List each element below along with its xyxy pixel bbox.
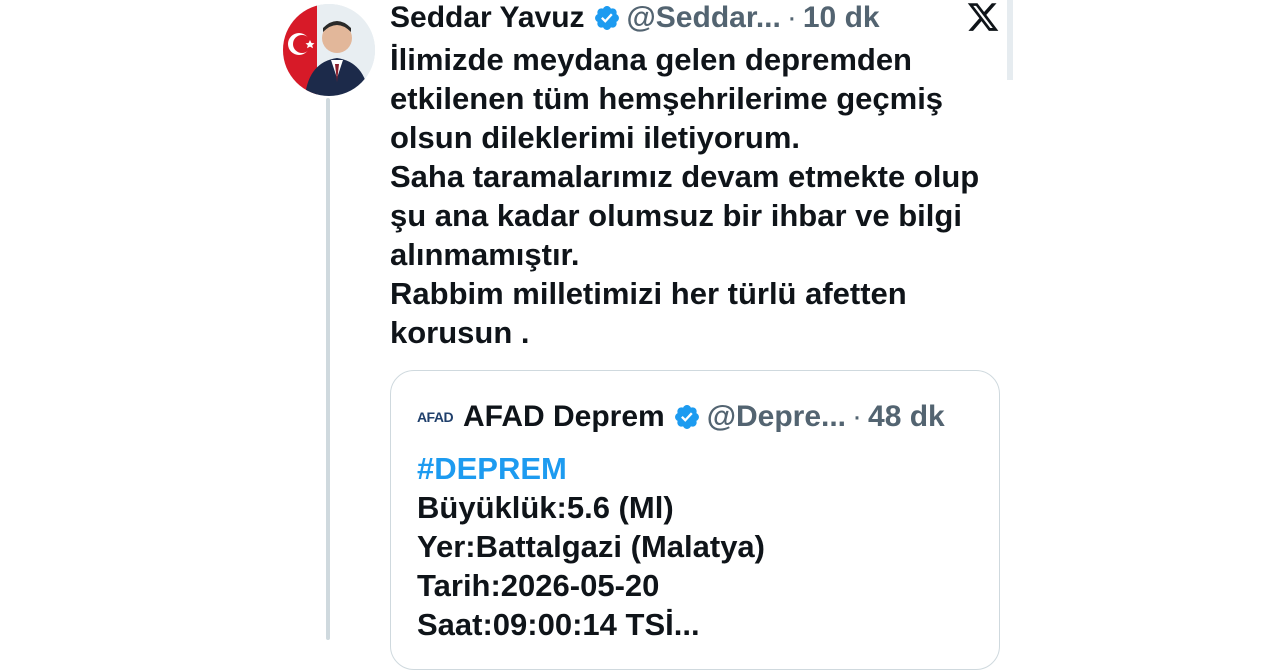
quoted-author-name[interactable]: AFAD Deprem xyxy=(463,397,665,437)
verified-badge-icon xyxy=(593,4,621,32)
quoted-line: Saat:09:00:14 TSİ... xyxy=(417,607,700,642)
avatar-image xyxy=(283,4,375,96)
header-separator: · xyxy=(786,1,797,34)
tweet-line: olsun dileklerimi iletiyorum. xyxy=(390,120,800,155)
quoted-tweet-card[interactable]: AFAD AFAD Deprem @Depre... · 48 dk #DEPR… xyxy=(390,370,1000,670)
quoted-tweet-time[interactable]: 48 dk xyxy=(868,397,945,437)
tweet-line: Saha taramalarımız devam etmekte olup xyxy=(390,159,980,194)
tweet-line: İlimizde meydana gelen depremden xyxy=(390,42,912,77)
tweet-text: İlimizde meydana gelen depremden etkilen… xyxy=(390,40,1000,352)
tweet-line: şu ana kadar olumsuz bir ihbar ve bilgi xyxy=(390,198,962,233)
tweet-line: korusun . xyxy=(390,315,530,350)
verified-badge-icon xyxy=(673,403,701,431)
tweet-line: Rabbim milletimizi her türlü afetten xyxy=(390,276,907,311)
author-name[interactable]: Seddar Yavuz xyxy=(390,0,585,38)
quoted-line: Tarih:2026-05-20 xyxy=(417,568,660,603)
tweet-line: etkilenen tüm hemşehrilerime geçmiş xyxy=(390,81,944,116)
thread-line xyxy=(326,98,330,640)
author-handle[interactable]: @Seddar... xyxy=(627,0,781,38)
hashtag-link[interactable]: #DEPREM xyxy=(417,449,977,488)
timeline-border xyxy=(1007,0,1013,80)
afad-logo-text: AFAD xyxy=(416,409,454,425)
quoted-tweet-header: AFAD AFAD Deprem @Depre... · 48 dk xyxy=(415,397,985,437)
quoted-author-handle[interactable]: @Depre... xyxy=(707,397,846,437)
avatar[interactable] xyxy=(283,4,375,96)
header-separator: · xyxy=(852,400,863,433)
x-logo-icon[interactable] xyxy=(966,0,1000,34)
quoted-line: Büyüklük:5.6 (Ml) xyxy=(417,490,674,525)
tweet-time[interactable]: 10 dk xyxy=(803,0,880,38)
afad-logo[interactable]: AFAD xyxy=(415,397,455,437)
tweet-line: alınmamıştır. xyxy=(390,237,580,272)
tweet-header: Seddar Yavuz @Seddar... · 10 dk xyxy=(390,0,950,38)
quoted-line: Yer:Battalgazi (Malatya) xyxy=(417,529,765,564)
quoted-tweet-text: #DEPREM Büyüklük:5.6 (Ml) Yer:Battalgazi… xyxy=(417,449,977,644)
